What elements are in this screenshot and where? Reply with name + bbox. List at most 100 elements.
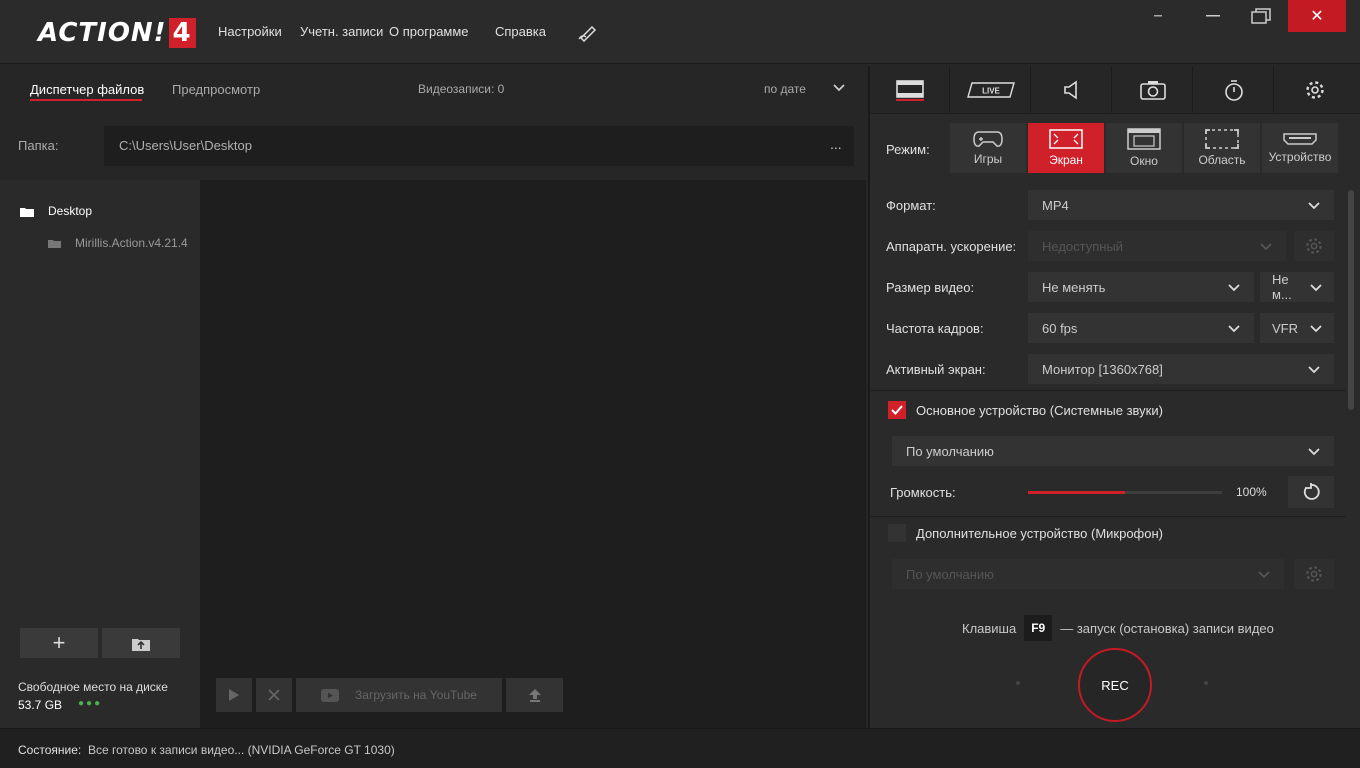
tab-screenshot[interactable] bbox=[1113, 66, 1193, 114]
tab-audio[interactable] bbox=[1032, 66, 1112, 114]
mode-label-games: Игры bbox=[973, 152, 1003, 166]
sort-select[interactable]: по дате bbox=[764, 82, 806, 96]
gear-icon bbox=[1306, 566, 1322, 582]
scrollbar[interactable] bbox=[1348, 190, 1354, 410]
disk-status-indicator: ●●● bbox=[78, 698, 103, 709]
checkmark-icon bbox=[891, 405, 903, 415]
gear-icon bbox=[1306, 238, 1322, 254]
mode-window-button[interactable]: Окно bbox=[1106, 123, 1182, 173]
active-screen-select[interactable]: Монитор [1360x768] bbox=[1028, 354, 1334, 384]
hotkey-hint: Клавиша F9 — запуск (остановка) записи в… bbox=[962, 615, 1274, 641]
upload-icon bbox=[528, 689, 541, 702]
play-button[interactable] bbox=[216, 678, 252, 712]
video-size-select[interactable]: Не менять bbox=[1028, 272, 1254, 302]
folder-icon bbox=[48, 240, 61, 248]
tree-item-desktop[interactable]: Desktop bbox=[20, 204, 92, 218]
fps-value: 60 fps bbox=[1042, 320, 1078, 336]
mode-label-device: Устройство bbox=[1268, 150, 1332, 164]
record-button[interactable]: REC bbox=[1078, 648, 1152, 722]
volume-value: 100% bbox=[1236, 485, 1267, 499]
fps-select[interactable]: 60 fps bbox=[1028, 313, 1254, 343]
restore-button[interactable] bbox=[1234, 0, 1288, 32]
reset-volume-button[interactable] bbox=[1288, 476, 1334, 508]
tab-preview[interactable]: Предпросмотр bbox=[172, 82, 260, 97]
menu-about[interactable]: О программе bbox=[389, 24, 469, 39]
youtube-button-label: Загрузить на YouTube bbox=[355, 688, 477, 702]
film-icon bbox=[895, 80, 924, 101]
fps-label: Частота кадров: bbox=[886, 321, 984, 336]
close-icon bbox=[268, 689, 280, 701]
play-icon bbox=[229, 689, 239, 701]
gear-icon bbox=[1306, 81, 1324, 99]
minimize-icon[interactable] bbox=[1132, 0, 1186, 32]
mode-area-button[interactable]: Область bbox=[1184, 123, 1260, 173]
divider bbox=[870, 516, 1346, 517]
tab-file-manager[interactable]: Диспетчер файлов bbox=[30, 82, 144, 97]
free-space-value: 53.7 GB bbox=[18, 698, 63, 712]
video-size-value: Не менять bbox=[1042, 279, 1106, 295]
window-icon bbox=[1127, 128, 1161, 150]
hotkey-suffix: — запуск (остановка) записи видео bbox=[1060, 620, 1274, 636]
main-device-select[interactable]: По умолчанию bbox=[892, 436, 1334, 466]
tab-settings[interactable] bbox=[1275, 66, 1355, 114]
fullscreen-icon bbox=[1049, 129, 1083, 149]
reset-icon bbox=[1303, 483, 1320, 500]
add-folder-button[interactable]: + bbox=[20, 628, 98, 658]
active-screen-label: Активный экран: bbox=[886, 362, 986, 377]
free-space-label: Свободное место на диске bbox=[18, 680, 168, 694]
chevron-down-icon bbox=[1228, 325, 1240, 333]
divider bbox=[870, 390, 1346, 391]
tree-item-label: Mirillis.Action.v4.21.4 bbox=[75, 236, 188, 250]
folder-path-field[interactable]: C:\Users\User\Desktop bbox=[104, 126, 854, 166]
file-list-area bbox=[200, 180, 866, 728]
chevron-down-icon[interactable] bbox=[832, 80, 846, 97]
settings-tab-bar: LIVE bbox=[870, 66, 1360, 114]
speaker-icon bbox=[1063, 80, 1077, 100]
tab-timer[interactable] bbox=[1194, 66, 1274, 114]
fps-mode-select[interactable]: VFR bbox=[1260, 313, 1334, 343]
mode-games-button[interactable]: Игры bbox=[950, 123, 1026, 173]
browse-folder-button[interactable]: ... bbox=[830, 136, 842, 152]
chevron-down-icon bbox=[1260, 243, 1272, 251]
mode-label-area: Область bbox=[1198, 153, 1246, 167]
chevron-down-icon bbox=[1308, 202, 1320, 210]
stopwatch-icon bbox=[1224, 80, 1243, 101]
open-folder-button[interactable] bbox=[102, 628, 180, 658]
plus-icon: + bbox=[52, 630, 66, 655]
mode-device-button[interactable]: Устройство bbox=[1262, 123, 1338, 173]
tab-video[interactable] bbox=[870, 66, 950, 114]
menu-accounts[interactable]: Учетн. записи bbox=[300, 24, 383, 39]
svg-text:LIVE: LIVE bbox=[982, 87, 1000, 96]
chevron-down-icon bbox=[1310, 284, 1322, 292]
upload-youtube-button[interactable]: Загрузить на YouTube bbox=[296, 678, 502, 712]
main-device-value: По умолчанию bbox=[906, 443, 994, 459]
video-scale-value: Не м... bbox=[1272, 272, 1292, 302]
volume-label: Громкость: bbox=[890, 485, 956, 500]
menu-help[interactable]: Справка bbox=[495, 24, 546, 39]
mic-checkbox[interactable] bbox=[888, 524, 906, 542]
file-manager-panel: Диспетчер файлов Предпросмотр Видеозапис… bbox=[0, 66, 866, 728]
folder-upload-icon bbox=[132, 638, 150, 651]
youtube-icon bbox=[321, 688, 340, 702]
video-scale-select[interactable]: Не м... bbox=[1260, 272, 1334, 302]
close-icon: ✕ bbox=[1310, 8, 1324, 25]
indicator-dot bbox=[1204, 681, 1208, 685]
mode-label-screen: Экран bbox=[1049, 153, 1083, 167]
upload-button[interactable] bbox=[506, 678, 563, 712]
close-button[interactable]: ✕ bbox=[1288, 0, 1346, 32]
pen-icon[interactable] bbox=[578, 22, 600, 45]
hw-accel-select: Недоступный bbox=[1028, 231, 1286, 261]
folder-label: Папка: bbox=[18, 138, 59, 153]
chevron-down-icon bbox=[1308, 366, 1320, 374]
format-select[interactable]: MP4 bbox=[1028, 190, 1334, 220]
app-logo: ACTION! 4 bbox=[38, 18, 196, 48]
chevron-down-icon bbox=[1258, 571, 1270, 579]
menu-settings[interactable]: Настройки bbox=[218, 24, 282, 39]
mic-label: Дополнительное устройство (Микрофон) bbox=[916, 526, 1163, 541]
minimize-button[interactable] bbox=[1186, 0, 1240, 32]
tree-item-mirillis[interactable]: Mirillis.Action.v4.21.4 bbox=[48, 236, 188, 250]
main-device-checkbox[interactable] bbox=[888, 401, 906, 419]
delete-button[interactable] bbox=[256, 678, 292, 712]
tab-live[interactable]: LIVE bbox=[951, 66, 1031, 114]
mode-screen-button[interactable]: Экран bbox=[1028, 123, 1104, 173]
